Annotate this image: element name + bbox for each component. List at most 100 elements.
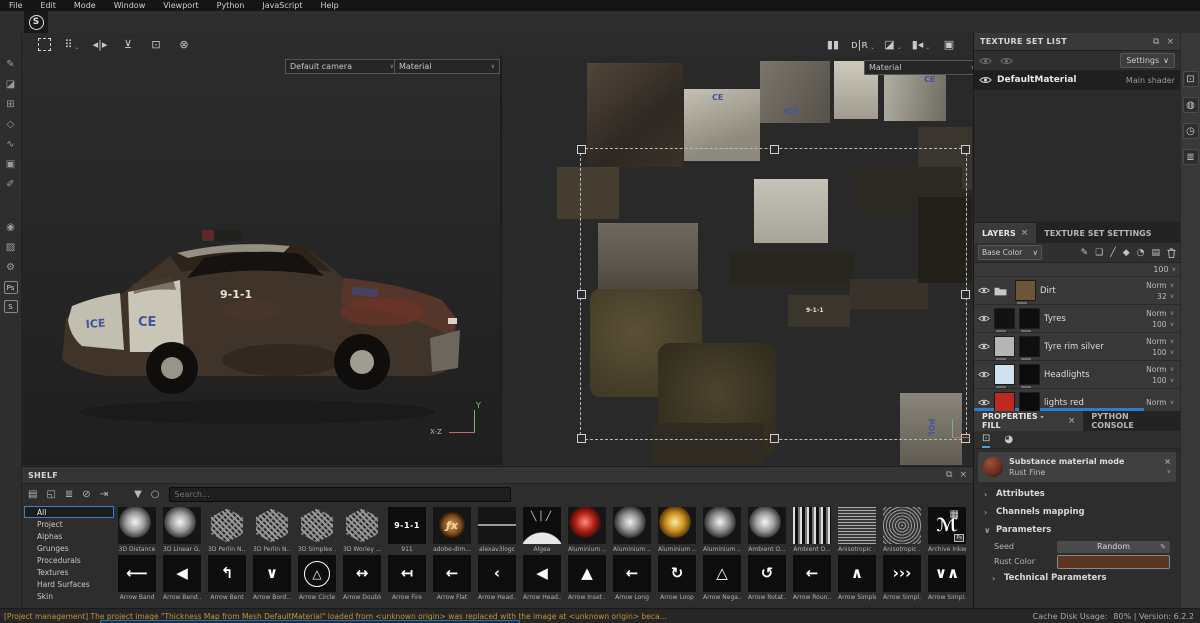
geometry-mask-icon[interactable]: ◪ ⌄ xyxy=(883,35,903,53)
camera-select[interactable]: Default camera ∨ xyxy=(285,59,399,74)
shelf-import-icon[interactable]: ⇥ xyxy=(100,489,108,500)
shelf-item-thumbnail[interactable]: ▲ xyxy=(568,555,606,592)
shelf-item-thumbnail[interactable] xyxy=(478,507,516,544)
shelf-category[interactable]: Alphas xyxy=(24,530,114,542)
layer-visibility-icon[interactable] xyxy=(978,343,990,350)
shelf-item-thumbnail[interactable]: ‹ xyxy=(478,555,516,592)
shelf-item-thumbnail[interactable] xyxy=(838,507,876,544)
shelf-item-thumbnail[interactable]: ∧ xyxy=(838,555,876,592)
substance-material-mode-box[interactable]: Substance material mode × Rust Fine ∨ xyxy=(978,452,1176,482)
shelf-item-thumbnail[interactable]: △ xyxy=(298,555,336,592)
material-ball-icon[interactable]: ◕ xyxy=(1004,431,1013,448)
shelf-item-thumbnail[interactable] xyxy=(793,507,831,544)
seed-random-button[interactable]: Random ✎ xyxy=(1057,540,1170,553)
selection-handle[interactable] xyxy=(769,145,779,154)
section-technical-parameters[interactable]: › Technical Parameters xyxy=(974,569,1180,587)
shelf-item-thumbnail[interactable] xyxy=(211,508,243,543)
shelf-item-thumbnail[interactable] xyxy=(256,508,288,543)
material-select[interactable]: Rust Fine ∨ xyxy=(1009,468,1171,477)
add-adjustment-icon[interactable]: ◔ xyxy=(1137,248,1145,258)
smudge-tool-icon[interactable]: ∿ xyxy=(2,135,20,154)
tab-properties-fill[interactable]: PROPERTIES - FILL × xyxy=(974,411,1084,431)
close-panel-icon[interactable]: × xyxy=(1166,37,1174,47)
show-all-icon[interactable] xyxy=(979,57,992,65)
shelf-item-thumbnail[interactable]: ↻ xyxy=(658,555,696,592)
app-logo[interactable]: S xyxy=(24,11,48,33)
menu-item[interactable]: Viewport xyxy=(154,1,207,10)
shelf-category[interactable]: Project xyxy=(24,518,114,530)
layer-row[interactable]: Headlights Norm ∨ 100 ∨ xyxy=(974,361,1180,389)
close-tab-icon[interactable]: × xyxy=(1068,416,1076,426)
layer-blend-select[interactable]: Norm ∨ xyxy=(1146,281,1174,290)
layer-mask-thumbnail[interactable] xyxy=(1019,308,1040,332)
close-tab-icon[interactable]: × xyxy=(1021,228,1029,238)
selection-handle[interactable] xyxy=(769,434,779,443)
material-picker-tool-icon[interactable]: ✐ xyxy=(2,175,20,194)
layer-blend-select[interactable]: Norm ∨ xyxy=(1146,365,1174,374)
shelf-category[interactable]: Skin xyxy=(24,590,114,602)
selection-handle[interactable] xyxy=(577,290,586,299)
shelf-item-thumbnail[interactable] xyxy=(163,507,201,544)
shelf-item-thumbnail[interactable] xyxy=(658,507,696,544)
tab-layers[interactable]: LAYERS × xyxy=(974,223,1037,243)
selection-handle[interactable] xyxy=(577,145,586,154)
remove-material-icon[interactable]: × xyxy=(1164,457,1171,466)
display-settings-icon[interactable]: ◉ xyxy=(2,218,20,237)
viewport-2d-uv[interactable]: CE ICE CE 9-1-1 POL Material∨ xyxy=(500,55,975,465)
shelf-item-thumbnail[interactable] xyxy=(883,507,921,544)
layer-opacity-select[interactable]: 32 ∨ xyxy=(1157,292,1174,301)
menu-item[interactable]: File xyxy=(0,1,31,10)
solo-view-icon[interactable] xyxy=(1000,57,1013,65)
shelf-item-thumbnail[interactable]: ⟵ xyxy=(118,555,156,592)
delete-layer-icon[interactable] xyxy=(1167,248,1176,258)
selection-handle[interactable] xyxy=(961,145,970,154)
add-smart-material-icon[interactable]: ◆ xyxy=(1123,248,1130,258)
screenshot-icon[interactable]: ▣ xyxy=(939,35,959,53)
tools-divider[interactable] xyxy=(2,195,20,217)
camera-settings-icon[interactable]: ⚙ xyxy=(2,258,20,277)
float-panel-icon[interactable]: ⧉ xyxy=(1153,37,1159,47)
layer-thumbnail[interactable] xyxy=(994,364,1015,388)
layer-blend-select[interactable]: Norm ∨ xyxy=(1146,309,1174,318)
viewport-3d[interactable]: Default camera ∨ Material ∨ ICE CE 9-1-1… xyxy=(22,55,500,465)
shelf-item-thumbnail[interactable]: ↰ xyxy=(208,555,246,592)
section-attributes[interactable]: › Attributes xyxy=(974,485,1180,503)
filter-icon[interactable]: ▼ xyxy=(134,489,142,500)
layer-mask-thumbnail[interactable] xyxy=(1019,364,1040,388)
layer-row[interactable]: Dirt Norm ∨ 32 ∨ xyxy=(974,277,1180,305)
shelf-item-thumbnail[interactable]: 9-1-1 xyxy=(388,507,426,544)
visibility-eye-icon[interactable] xyxy=(979,76,992,84)
layer-thumbnail[interactable] xyxy=(994,308,1015,332)
layer-opacity-select[interactable]: 100 ∨ xyxy=(1152,320,1174,329)
shelf-hide-icon[interactable]: ⊘ xyxy=(82,489,90,500)
menu-item[interactable]: JavaScript xyxy=(253,1,311,10)
layer-row[interactable]: Tyres Norm ∨ 100 ∨ xyxy=(974,305,1180,333)
shelf-item-thumbnail[interactable]: ← xyxy=(613,555,651,592)
selection-handle[interactable] xyxy=(961,290,970,299)
shelf-item-thumbnail[interactable]: ← xyxy=(793,555,831,592)
shelf-divider[interactable] xyxy=(117,489,125,500)
align-mirror-icon[interactable]: ⊻ xyxy=(118,35,138,53)
shelf-item-thumbnail[interactable]: △ xyxy=(703,555,741,592)
log-panel-icon[interactable]: ≣ xyxy=(1182,149,1199,165)
shelf-item-thumbnail[interactable]: ↤ xyxy=(388,555,426,592)
shelf-item-thumbnail[interactable]: ↔ xyxy=(343,555,381,592)
refresh-icon[interactable]: ○ xyxy=(151,489,160,500)
tab-texture-set-settings[interactable]: TEXTURE SET SETTINGS xyxy=(1036,223,1159,243)
shelf-item-thumbnail[interactable]: ∨ xyxy=(253,555,291,592)
substance-share-icon[interactable]: S xyxy=(3,300,18,313)
properties-mode-icon[interactable]: ⊡ xyxy=(982,431,991,448)
shading-mode-select-2d[interactable]: Material∨ xyxy=(864,60,975,75)
shelf-folder-icon[interactable]: ▤ xyxy=(28,489,37,500)
tab-python-console[interactable]: PYTHON CONSOLE xyxy=(1083,411,1180,431)
shelf-category[interactable]: Hard Surfaces xyxy=(24,578,114,590)
shelf-category[interactable]: Textures xyxy=(24,566,114,578)
shelf-item-thumbnail[interactable] xyxy=(346,508,378,543)
shelf-item-thumbnail[interactable] xyxy=(703,507,741,544)
shelf-item-thumbnail[interactable]: ∨∧ xyxy=(928,555,966,592)
discard-stroke-icon[interactable]: ⊗ xyxy=(174,35,194,53)
add-paint-layer-icon[interactable]: ╱ xyxy=(1110,248,1115,258)
shelf-item-thumbnail[interactable]: ◀ xyxy=(163,555,201,592)
paint-tool-icon[interactable]: ✎ xyxy=(2,55,20,74)
layer-mask-thumbnail[interactable] xyxy=(1019,336,1040,360)
